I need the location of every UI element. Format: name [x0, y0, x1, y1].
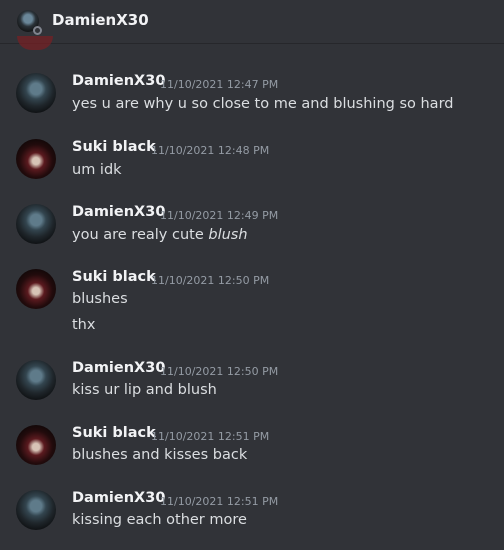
timestamp: 11/10/2021 12:51 PM — [151, 430, 270, 443]
header-avatar[interactable] — [17, 10, 42, 35]
message-text: blushes — [72, 291, 128, 307]
author-name[interactable]: DamienX30 — [72, 73, 165, 89]
timestamp: 11/10/2021 12:51 PM — [160, 495, 279, 508]
avatar[interactable] — [16, 425, 56, 465]
channel-header: DamienX30 — [0, 0, 504, 44]
avatar[interactable] — [16, 360, 56, 400]
avatar[interactable] — [16, 73, 56, 113]
message-text: kiss ur lip and blush — [72, 382, 217, 398]
author-name[interactable]: Suki black — [72, 425, 156, 441]
message-text: kissing each other more — [72, 512, 247, 528]
clipped-avatar — [17, 36, 53, 50]
author-name[interactable]: Suki black — [72, 139, 156, 155]
channel-title: DamienX30 — [52, 11, 149, 29]
timestamp: 11/10/2021 12:47 PM — [160, 78, 279, 91]
message-text: you are realy cute blush — [72, 227, 248, 243]
avatar[interactable] — [16, 139, 56, 179]
offline-status-icon — [33, 26, 42, 35]
message-text: um idk — [72, 162, 122, 178]
avatar[interactable] — [16, 490, 56, 530]
author-name[interactable]: DamienX30 — [72, 490, 165, 506]
timestamp: 11/10/2021 12:48 PM — [151, 144, 270, 157]
timestamp: 11/10/2021 12:50 PM — [151, 274, 270, 287]
author-name[interactable]: DamienX30 — [72, 204, 165, 220]
author-name[interactable]: Suki black — [72, 269, 156, 285]
author-name[interactable]: DamienX30 — [72, 360, 165, 376]
message-text: blushes and kisses back — [72, 447, 248, 463]
message-text: thx — [72, 317, 96, 333]
avatar[interactable] — [16, 204, 56, 244]
avatar[interactable] — [16, 269, 56, 309]
message-text: yes u are why u so close to me and blush… — [72, 96, 454, 112]
timestamp: 11/10/2021 12:49 PM — [160, 209, 279, 222]
timestamp: 11/10/2021 12:50 PM — [160, 365, 279, 378]
